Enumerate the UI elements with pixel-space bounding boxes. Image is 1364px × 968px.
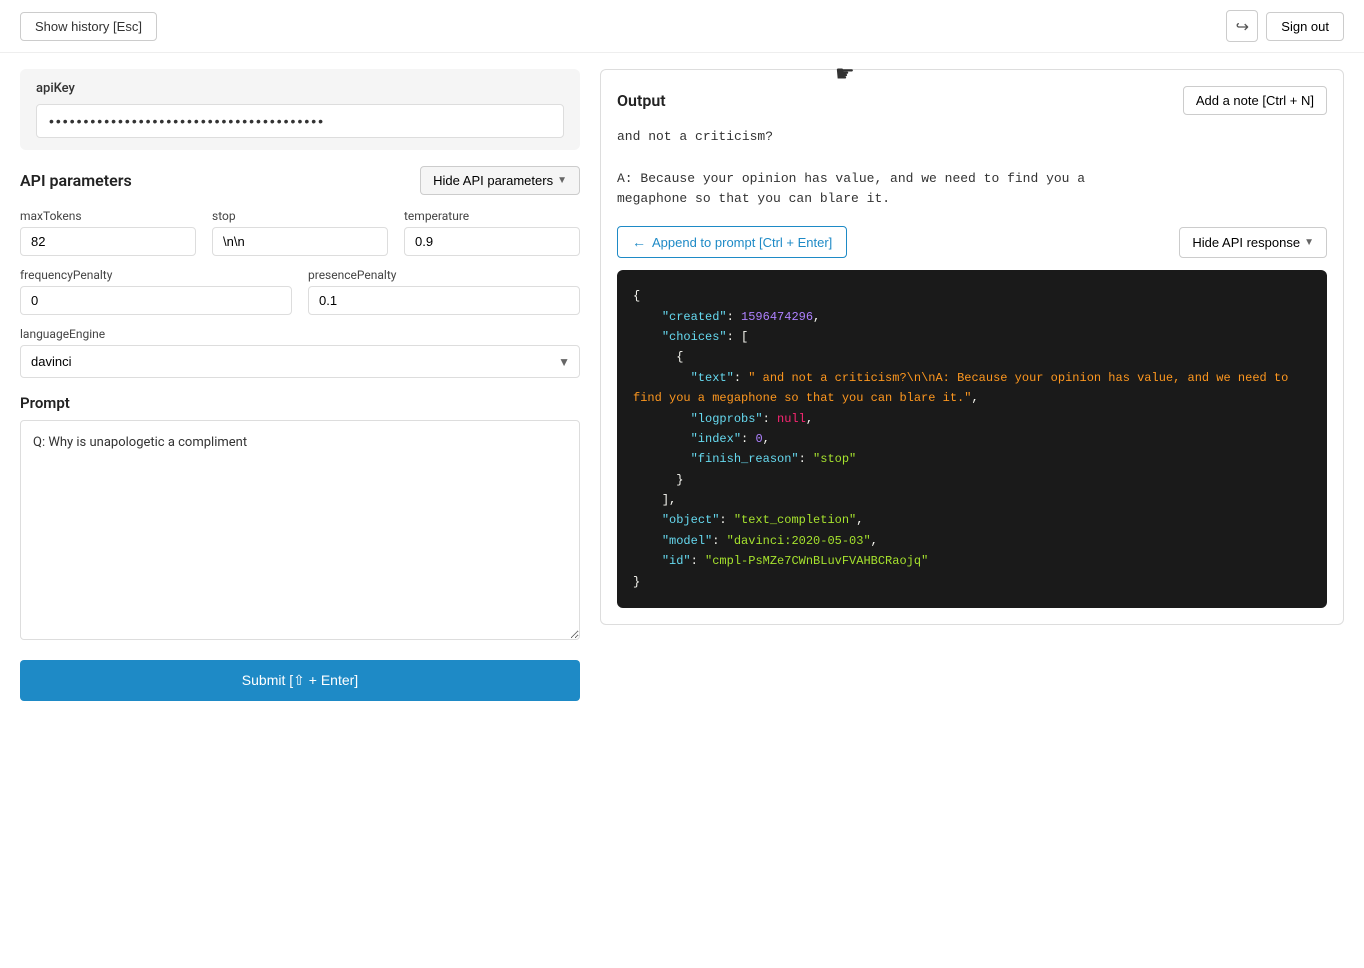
output-title: Output (617, 91, 666, 110)
language-engine-wrapper: davinci curie babbage ada ▼ (20, 345, 580, 378)
top-bar: Show history [Esc] ↪ Sign out (0, 0, 1364, 53)
temperature-label: temperature (404, 209, 580, 223)
api-key-section: apiKey (20, 69, 580, 150)
hide-params-label: Hide API parameters (433, 173, 553, 188)
sign-out-button[interactable]: Sign out (1266, 12, 1344, 41)
submit-button[interactable]: Submit [⇧ + Enter] (20, 660, 580, 701)
params-row-2: frequencyPenalty presencePenalty (20, 268, 580, 315)
output-header: Output Add a note [Ctrl + N] (617, 86, 1327, 115)
frequency-penalty-label: frequencyPenalty (20, 268, 292, 282)
sign-out-area: ↪ Sign out (1226, 10, 1344, 42)
api-params-title: API parameters (20, 171, 132, 190)
language-engine-section: languageEngine davinci curie babbage ada… (20, 327, 580, 378)
temperature-group: temperature (404, 209, 580, 256)
stop-input[interactable] (212, 227, 388, 256)
presence-penalty-label: presencePenalty (308, 268, 580, 282)
presence-penalty-group: presencePenalty (308, 268, 580, 315)
hide-api-response-button[interactable]: Hide API response ▼ (1179, 227, 1327, 258)
hide-api-params-button[interactable]: Hide API parameters ▼ (420, 166, 580, 195)
left-panel: apiKey API parameters Hide API parameter… (20, 69, 580, 701)
api-parameters-section: API parameters Hide API parameters ▼ max… (20, 166, 580, 378)
right-panel: Output Add a note [Ctrl + N] and not a c… (600, 69, 1344, 625)
json-code-block: { "created": 1596474296, "choices": [ { … (617, 270, 1327, 608)
max-tokens-label: maxTokens (20, 209, 196, 223)
chevron-down-icon: ▼ (557, 175, 567, 186)
hide-api-response-label: Hide API response (1192, 235, 1300, 250)
output-panel: Output Add a note [Ctrl + N] and not a c… (600, 69, 1344, 625)
prompt-textarea[interactable]: Q: Why is unapologetic a compliment (20, 420, 580, 640)
api-params-header: API parameters Hide API parameters ▼ (20, 166, 580, 195)
params-row-1: maxTokens stop temperature (20, 209, 580, 256)
api-key-input[interactable] (36, 104, 564, 138)
language-engine-select[interactable]: davinci curie babbage ada (20, 345, 580, 378)
chevron-down-icon-2: ▼ (1304, 237, 1314, 248)
output-text: and not a criticism? A: Because your opi… (617, 127, 1327, 210)
append-label: Append to prompt [Ctrl + Enter] (652, 235, 832, 250)
arrow-icon: ↪ (1236, 17, 1249, 36)
append-bar: ← Append to prompt [Ctrl + Enter] Hide A… (617, 226, 1327, 258)
max-tokens-input[interactable] (20, 227, 196, 256)
back-arrow-icon: ← (632, 234, 646, 250)
stop-group: stop (212, 209, 388, 256)
sign-out-icon[interactable]: ↪ (1226, 10, 1258, 42)
language-engine-label: languageEngine (20, 327, 580, 341)
api-key-label: apiKey (36, 81, 564, 96)
show-history-button[interactable]: Show history [Esc] (20, 12, 157, 41)
add-note-button[interactable]: Add a note [Ctrl + N] (1183, 86, 1327, 115)
frequency-penalty-group: frequencyPenalty (20, 268, 292, 315)
main-layout: apiKey API parameters Hide API parameter… (0, 53, 1364, 717)
max-tokens-group: maxTokens (20, 209, 196, 256)
presence-penalty-input[interactable] (308, 286, 580, 315)
stop-label: stop (212, 209, 388, 223)
frequency-penalty-input[interactable] (20, 286, 292, 315)
append-to-prompt-button[interactable]: ← Append to prompt [Ctrl + Enter] (617, 226, 847, 258)
prompt-label: Prompt (20, 394, 580, 412)
prompt-section: Prompt Q: Why is unapologetic a complime… (20, 394, 580, 644)
temperature-input[interactable] (404, 227, 580, 256)
